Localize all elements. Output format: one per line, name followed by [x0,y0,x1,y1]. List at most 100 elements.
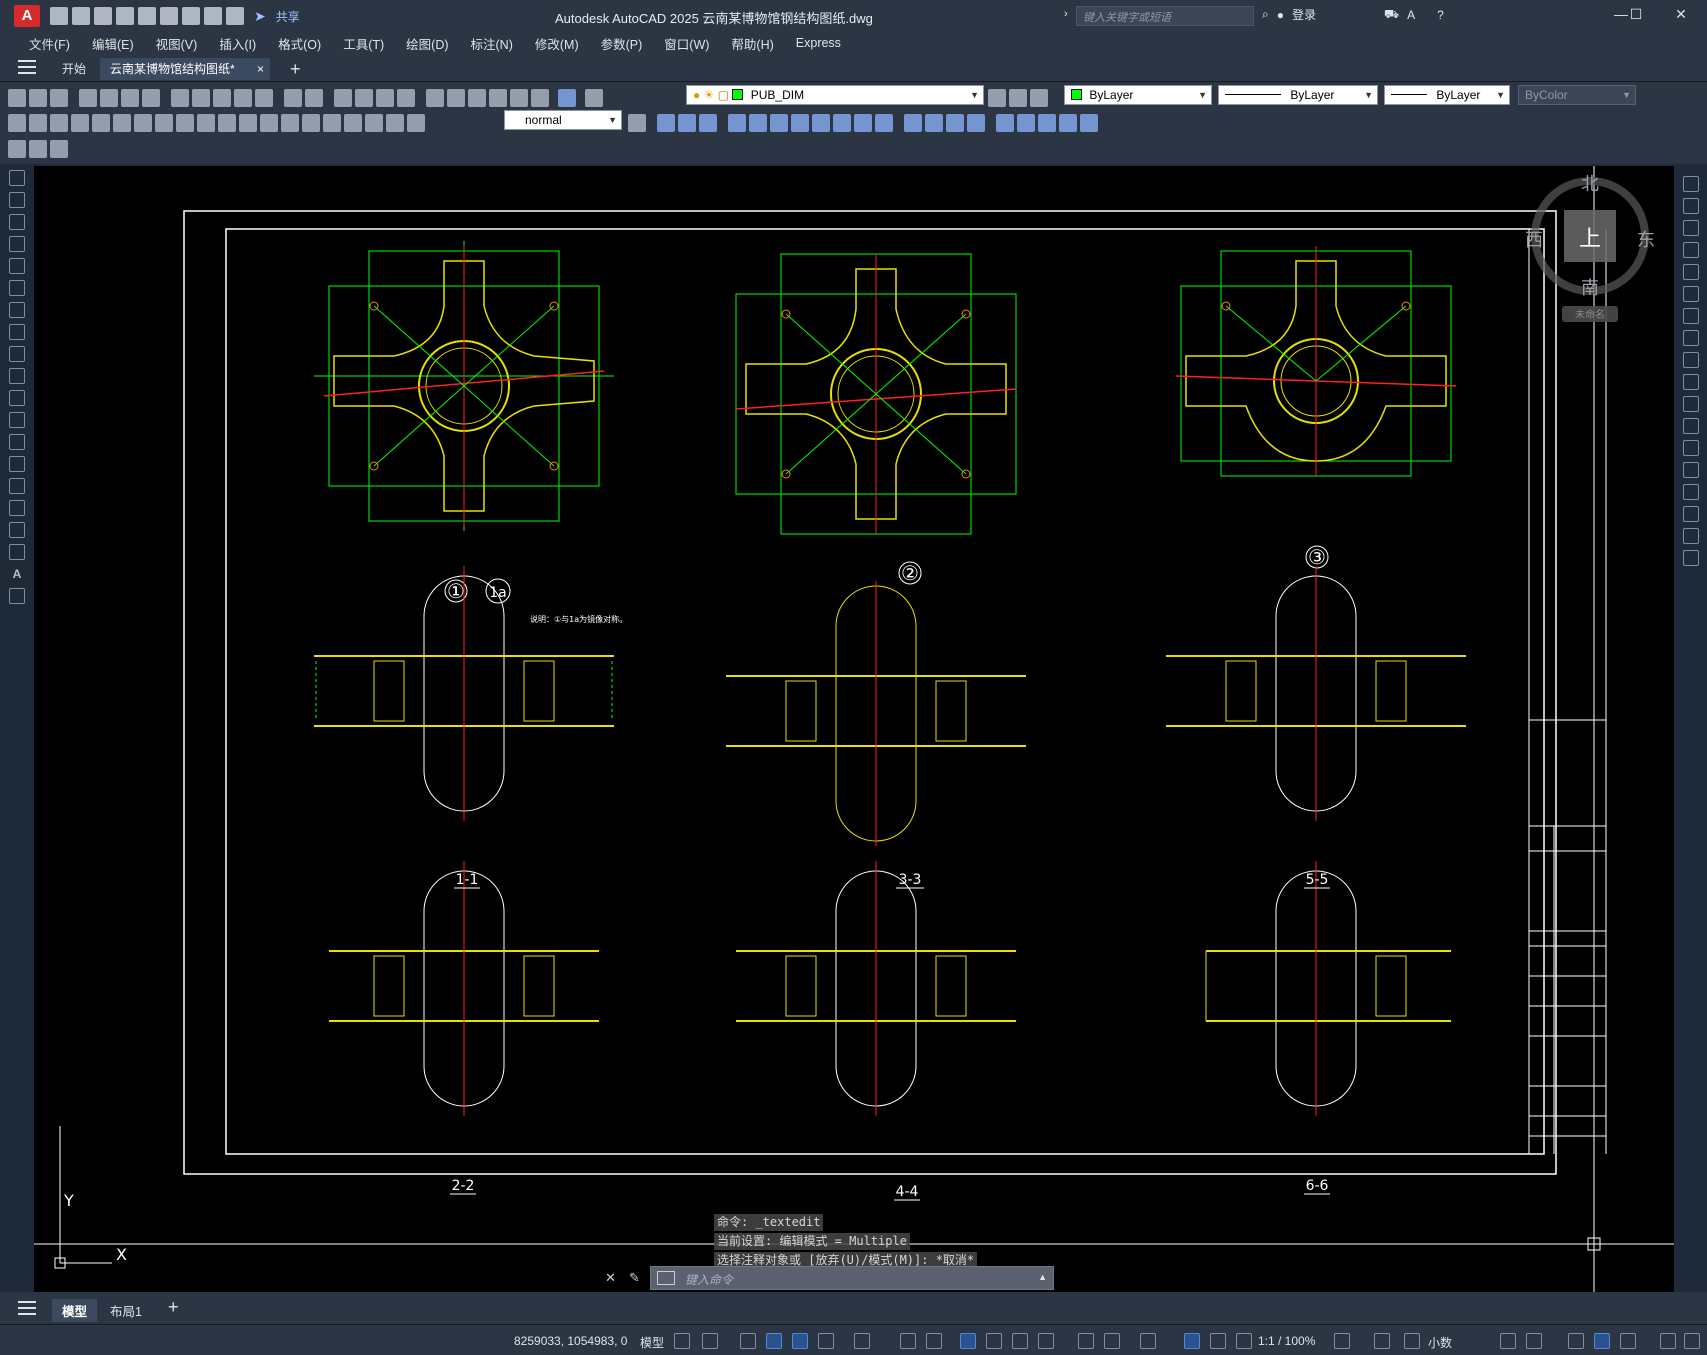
close-tab-icon[interactable]: × [257,58,264,80]
layout-menu-icon[interactable] [18,1301,36,1315]
array-icon[interactable] [1683,264,1699,280]
grid-icon[interactable] [674,1333,690,1349]
offset-icon[interactable] [1683,242,1699,258]
annotation-scale-value[interactable]: 1:1 / 100% [1258,1334,1315,1348]
ellipse-arc-icon[interactable] [9,390,25,406]
sweep-icon[interactable] [770,114,788,132]
open-icon[interactable] [29,89,47,107]
dynamic-ucs-icon[interactable] [1078,1333,1094,1349]
chevron-right-icon[interactable]: › [1064,8,1068,20]
customization-icon[interactable] [1660,1333,1676,1349]
plotstyle-dropdown[interactable]: ByColor ▼ [1518,85,1636,105]
slice-icon[interactable] [904,114,922,132]
attribute-manager-icon[interactable] [50,140,68,158]
stretch-icon[interactable] [1683,352,1699,368]
menu-express[interactable]: Express [785,36,852,50]
polyline-icon[interactable] [9,214,25,230]
menu-view[interactable]: 视图(V) [145,34,209,53]
login-button[interactable]: 登录 [1292,6,1316,23]
quick-properties-icon[interactable] [1500,1333,1516,1349]
markup-icon[interactable] [510,89,528,107]
extend-icon[interactable] [1683,396,1699,412]
arc-icon[interactable] [9,280,25,296]
mirror-icon[interactable] [1683,220,1699,236]
line-icon[interactable] [9,170,25,186]
tolerance-icon[interactable] [281,114,299,132]
workspace-gear-icon[interactable] [1334,1333,1350,1349]
gradient-icon[interactable] [9,500,25,516]
preview-icon[interactable] [100,89,118,107]
multiline-text-icon[interactable]: A [9,566,25,582]
join-icon[interactable] [1683,462,1699,478]
add-selected-icon[interactable] [9,588,25,604]
dim-style-icon[interactable] [628,114,646,132]
share-button[interactable]: 共享 [276,8,300,25]
radius-dim-icon[interactable] [92,114,110,132]
chamfer-icon[interactable] [1683,484,1699,500]
command-line[interactable]: ✕ ✎ 键入命令 ▲ [605,1266,1054,1290]
diameter-dim-icon[interactable] [134,114,152,132]
subtract-icon[interactable] [854,114,872,132]
zoom-previous-icon[interactable] [397,89,415,107]
tab-layout1[interactable]: 布局1 [100,1299,152,1322]
region-icon[interactable] [9,522,25,538]
trim-icon[interactable] [1683,374,1699,390]
new-file-icon[interactable] [50,7,68,25]
menu-insert[interactable]: 插入(I) [208,34,267,53]
help-search-input[interactable]: 键入关键字或短语 [1076,6,1254,26]
cart-icon[interactable]: ⛟ [1384,7,1399,23]
isolate-objects-icon[interactable] [1568,1333,1584,1349]
dim-break-icon[interactable] [260,114,278,132]
menu-parametric[interactable]: 参数(P) [590,34,654,53]
menu-window[interactable]: 窗口(W) [653,34,720,53]
status-menu-icon[interactable] [1684,1333,1700,1349]
autodesk-app-icon[interactable]: A [1407,8,1415,22]
dim-update-icon[interactable] [407,114,425,132]
transparency-icon[interactable] [986,1333,1002,1349]
construction-line-icon[interactable] [9,192,25,208]
infer-constraints-icon[interactable] [740,1333,756,1349]
snap-icon[interactable] [702,1333,718,1349]
undo-icon[interactable] [284,89,302,107]
match-properties-icon[interactable] [234,89,252,107]
union-icon[interactable] [833,114,851,132]
close-command-icon[interactable]: ✕ [605,1270,616,1286]
model-space-button[interactable]: 模型 [640,1334,664,1351]
restore-button[interactable]: ☐ [1621,6,1651,23]
continue-dim-icon[interactable] [218,114,236,132]
selection-cycling-icon[interactable] [1012,1333,1028,1349]
save-icon[interactable] [50,89,68,107]
design-center-icon[interactable] [447,89,465,107]
loft-icon[interactable] [812,114,830,132]
make-block-icon[interactable] [9,434,25,450]
mirror-3d-icon[interactable] [1038,114,1056,132]
dynamic-input-icon[interactable] [766,1333,782,1349]
ellipse-icon[interactable] [9,368,25,384]
wedge-icon[interactable] [678,114,696,132]
help-icon[interactable] [558,89,576,107]
inspection-icon[interactable] [323,114,341,132]
redo-icon[interactable] [305,89,323,107]
menu-edit[interactable]: 编辑(E) [81,34,145,53]
separate-icon[interactable] [967,114,985,132]
menu-dimension[interactable]: 标注(N) [460,34,524,53]
layer-state-icon[interactable] [1030,89,1048,107]
annotation-visibility-icon[interactable] [1184,1333,1200,1349]
coordinates-display[interactable]: 8259033, 1054983, 0 [514,1334,627,1348]
make-current-layer-icon[interactable] [988,89,1006,107]
color-dropdown[interactable]: ByLayer ▼ [1064,85,1212,105]
ordinate-dim-icon[interactable] [71,114,89,132]
layer-previous-icon[interactable] [1009,89,1027,107]
viewcube-south[interactable]: 南 [1581,278,1599,299]
viewcube-face-top[interactable]: 上 [1579,227,1601,252]
block-editor-icon[interactable] [255,89,273,107]
blend-curves-icon[interactable] [1683,528,1699,544]
print-icon[interactable] [182,7,200,25]
circle-icon[interactable] [9,302,25,318]
isometric-icon[interactable] [854,1333,870,1349]
publish-icon[interactable] [121,89,139,107]
move-icon[interactable] [1683,286,1699,302]
tab-model[interactable]: 模型 [52,1299,98,1322]
lineweight-icon[interactable] [960,1333,976,1349]
layer-properties-icon[interactable] [585,89,603,107]
